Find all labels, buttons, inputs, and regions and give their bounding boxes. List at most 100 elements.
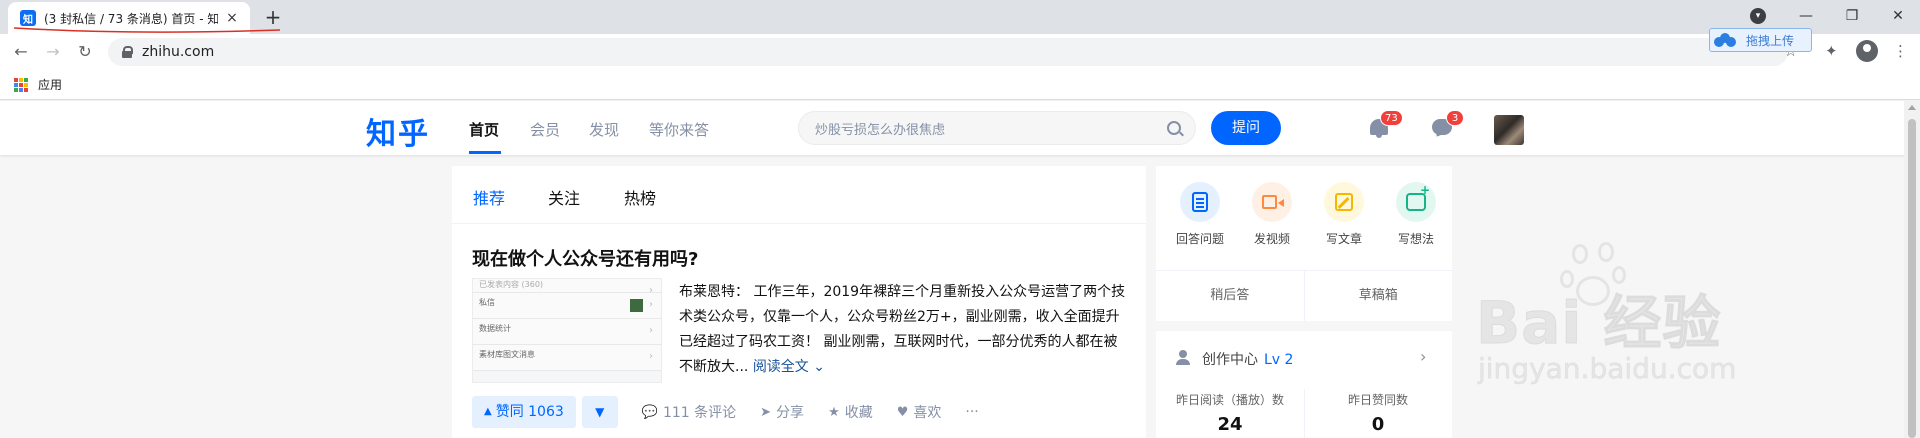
search-icon[interactable] [1167,121,1181,135]
sidebar-links: 稍后答 草稿箱 [1156,270,1452,321]
forward-button[interactable]: → [40,40,66,64]
reload-button[interactable]: ↻ [72,40,98,64]
extensions-icon[interactable]: ✦ [1825,42,1838,60]
lock-icon[interactable] [122,46,133,58]
messages-badge: 3 [1446,110,1464,126]
chevron-down-icon: ⌄ [813,359,825,375]
video-label: 发视频 [1253,232,1290,246]
idea-icon [1406,183,1430,211]
stat-label: 昨日阅读（播放）数 [1175,393,1284,407]
thumbnail-row: 数据统计 [473,319,661,345]
write-article-button[interactable]: 写文章 [1314,182,1374,247]
address-bar-row: ← → ↻ zhihu.com [0,34,1920,70]
thumbnail-row-label: 私信 [479,298,495,307]
read-more-link[interactable]: 阅读全文 ⌄ [753,359,825,375]
write-idea-button[interactable]: 写想法 [1386,182,1446,247]
new-tab-button[interactable]: + [260,5,286,29]
video-icon [1262,195,1284,209]
thumbnail-row: 素材库图文消息 [473,345,661,371]
search-placeholder: 炒股亏损怎么办很焦虑 [815,122,946,138]
close-window-button[interactable]: ✕ [1878,4,1918,28]
stat-value: 24 [1217,414,1243,435]
back-button[interactable]: ← [8,40,34,64]
write-icon [1335,193,1353,211]
baidu-upload-button[interactable]: 拖拽上传 [1709,28,1812,52]
question-title[interactable]: 现在做个人公众号还有用吗? [472,245,698,271]
like-button[interactable]: ♥ 喜欢 [897,402,942,422]
apps-grid-icon[interactable] [14,78,28,92]
upvote-button[interactable]: ▲ 赞同 1063 [472,396,576,428]
search-input[interactable]: 炒股亏损怎么办很焦虑 [798,111,1196,145]
creator-icon [1176,350,1192,366]
creator-level: Lv 2 [1264,352,1294,368]
excerpt-text: 布莱恩特： 工作三年，2019年裸辞三个月重新投入公众号运营了两个技术类公众号，… [679,284,1126,375]
answer-thumbnail[interactable]: 已发表内容 (360) 私信 数据统计 素材库图文消息 [472,278,662,383]
collect-button[interactable]: ★ 收藏 [828,402,873,422]
tab-recommend[interactable]: 推荐 [473,185,505,209]
share-label: 分享 [776,405,805,421]
messages-button[interactable]: 3 [1430,110,1464,141]
scroll-thumb[interactable] [1908,119,1916,438]
comment-label: 111 条评论 [662,405,737,421]
tab-hot[interactable]: 热榜 [624,185,656,209]
browser-menu-icon[interactable]: ⋮ [1893,42,1908,60]
chevron-right-icon[interactable]: › [1420,347,1426,366]
answer-icon [1192,192,1208,212]
heart-icon: ♥ [896,404,909,420]
answer-later-link[interactable]: 稍后答 [1156,271,1305,321]
answer-circle [1180,182,1220,222]
notifications-badge: 73 [1380,110,1403,126]
idea-label: 写想法 [1397,232,1434,246]
share-icon: ➤ [760,404,772,420]
drafts-link[interactable]: 草稿箱 [1305,271,1453,321]
minimize-button[interactable]: — [1786,4,1826,28]
thumbnail-row: 已发表内容 (360) [473,279,661,296]
active-nav-indicator [469,151,501,154]
more-button[interactable]: ··· [965,404,978,420]
nav-member[interactable]: 会员 [530,119,560,140]
action-bar: ▲ 赞同 1063 ▼ 💬 111 条评论 ➤ 分享 ★ 收藏 ♥ 喜欢 ··· [472,396,979,428]
baidu-jingyan-watermark: Bai 经验 jingyan.baidu.com [1468,228,1898,388]
more-icon: ··· [965,404,979,420]
account-icon[interactable] [1856,40,1878,62]
creator-center-link[interactable]: 创作中心 Lv 2 [1202,349,1293,369]
downvote-button[interactable]: ▼ [581,396,618,428]
zhihu-header: 知乎 首页 会员 发现 等你来答 炒股亏损怎么办很焦虑 提问 73 3 [0,101,1920,155]
nav-home[interactable]: 首页 [469,119,499,140]
write-label: 写文章 [1325,232,1362,246]
user-avatar[interactable] [1494,115,1524,145]
zhihu-logo[interactable]: 知乎 [366,109,430,153]
tab-search-icon[interactable]: ▾ [1750,8,1766,24]
scroll-up-arrow-icon[interactable] [1908,105,1916,110]
tab-following[interactable]: 关注 [548,185,580,209]
answer-question-button[interactable]: 回答问题 [1170,182,1230,247]
collect-label: 收藏 [844,405,873,421]
triangle-up-icon: ▲ [484,406,492,417]
watermark-url: jingyan.baidu.com [1478,352,1737,386]
browser-tab-bar: 知 (3 封私信 / 73 条消息) 首页 - 知乎 × + ▾ — ❐ ✕ [0,0,1920,34]
apps-bookmark[interactable]: 应用 [38,76,62,93]
page-scrollbar[interactable] [1904,101,1920,438]
share-button[interactable]: ➤ 分享 [760,402,804,422]
post-video-button[interactable]: 发视频 [1242,182,1302,247]
stat-value: 0 [1371,414,1385,435]
restore-button[interactable]: ❐ [1832,4,1872,28]
comment-button[interactable]: 💬 111 条评论 [642,402,736,422]
write-circle [1324,182,1364,222]
ask-question-button[interactable]: 提问 [1211,111,1281,145]
notifications-button[interactable]: 73 [1366,110,1403,141]
feed-card: 推荐 关注 热榜 现在做个人公众号还有用吗? 已发表内容 (360) 私信 数据… [452,166,1146,438]
answer-label: 回答问题 [1175,232,1224,246]
stat-yesterday-upvotes: 昨日赞同数 0 [1304,391,1452,435]
qr-code-icon [630,299,643,312]
cloud-icon [1714,33,1736,47]
answer-excerpt[interactable]: 布莱恩特： 工作三年，2019年裸辞三个月重新投入公众号运营了两个技术类公众号，… [679,280,1127,380]
creator-title: 创作中心 [1202,352,1258,368]
nav-waiting-answers[interactable]: 等你来答 [649,119,709,140]
thumbnail-row: 私信 [473,293,661,319]
upload-label: 拖拽上传 [1746,33,1795,48]
nav-discover[interactable]: 发现 [589,119,619,140]
stat-label: 昨日赞同数 [1347,393,1408,407]
creator-center-card: 创作中心 Lv 2 › 昨日阅读（播放）数 24 昨日赞同数 0 [1156,331,1452,438]
omnibox[interactable]: zhihu.com [108,38,1788,66]
